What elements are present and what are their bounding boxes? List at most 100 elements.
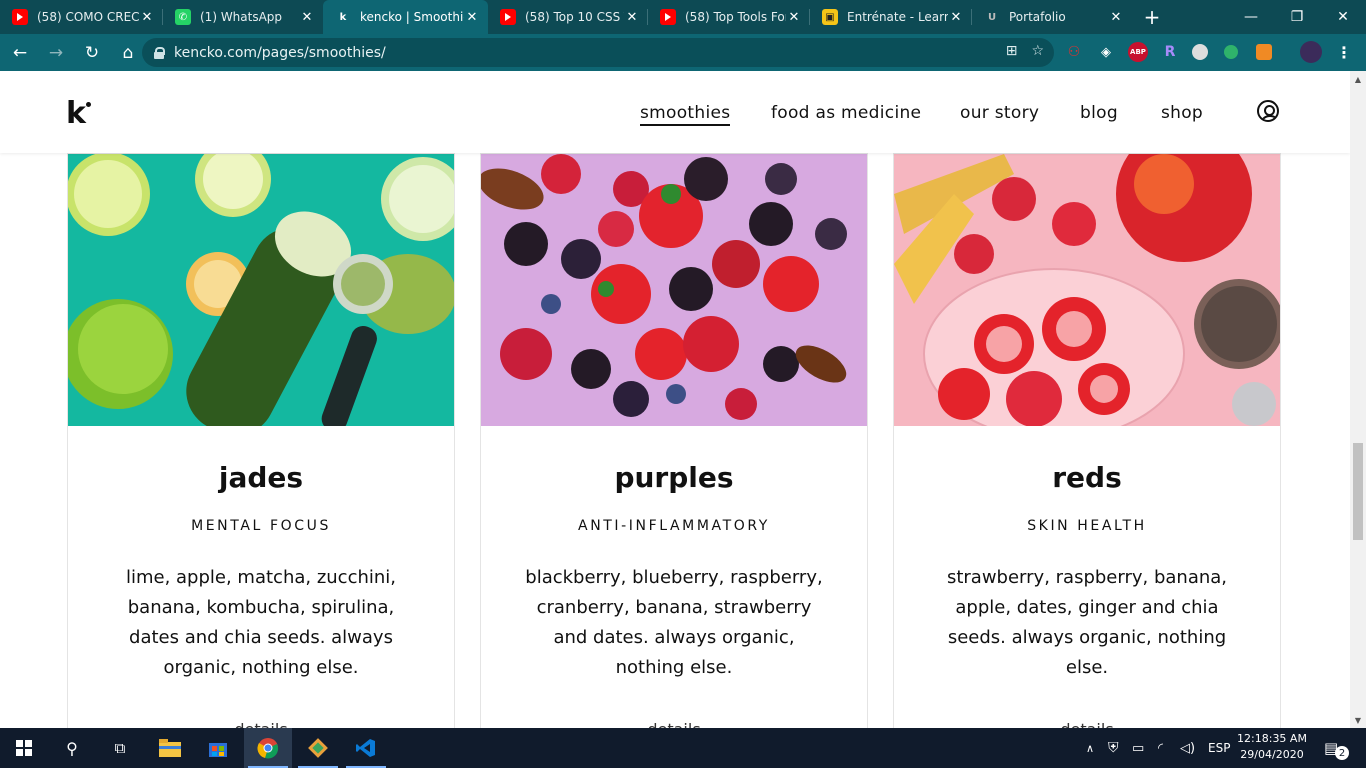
card-title: reds	[1052, 461, 1122, 494]
purples-illustration	[481, 154, 867, 426]
lock-icon	[154, 46, 165, 59]
security-icon[interactable]: ⛨	[1108, 728, 1119, 768]
show-hidden-icons[interactable]: ∧	[1086, 728, 1094, 768]
account-icon[interactable]	[1257, 100, 1279, 122]
task-view-icon[interactable]: ⧉	[96, 728, 144, 768]
browser-tab[interactable]: U Portafolio ✕	[972, 0, 1132, 34]
close-tab-icon[interactable]: ✕	[139, 10, 155, 25]
nav-blog[interactable]: blog	[1080, 103, 1118, 123]
menu-dots-icon[interactable]: ⋮	[1334, 42, 1354, 62]
close-tab-icon[interactable]: ✕	[624, 10, 640, 25]
browser-tab[interactable]: (58) COMO CRECE ✕	[0, 0, 163, 34]
jades-illustration	[68, 154, 454, 426]
home-button[interactable]: ⌂	[112, 37, 144, 69]
extension-orange-icon[interactable]	[1256, 44, 1272, 60]
close-tab-icon[interactable]: ✕	[1108, 10, 1124, 25]
scroll-up-arrow-icon[interactable]: ▲	[1350, 71, 1366, 87]
details-link[interactable]: details	[894, 720, 1280, 728]
smoothie-card-jades[interactable]: jades MENTAL FOCUS lime, apple, matcha, …	[67, 153, 455, 728]
card-tag: ANTI-INFLAMMATORY	[578, 518, 770, 534]
reload-button[interactable]: ↻	[76, 37, 108, 69]
language-indicator[interactable]: ESP	[1208, 728, 1230, 768]
extension-circle-icon[interactable]	[1192, 44, 1208, 60]
card-title: purples	[614, 461, 734, 494]
minimize-button[interactable]: —	[1228, 0, 1274, 34]
kencko-icon: k	[339, 11, 347, 23]
scroll-thumb[interactable]	[1353, 443, 1363, 540]
close-tab-icon[interactable]: ✕	[464, 10, 480, 25]
reds-illustration	[894, 154, 1280, 426]
close-window-button[interactable]: ✕	[1320, 0, 1366, 34]
nav-shop[interactable]: shop	[1161, 103, 1203, 123]
web-page: k smoothies food as medicine our story b…	[0, 71, 1350, 728]
extension-diamond-icon[interactable]: ◈	[1096, 42, 1116, 62]
file-explorer-icon[interactable]	[146, 728, 194, 768]
adblock-icon[interactable]: ABP	[1128, 42, 1148, 62]
tab-title: (58) Top 10 CSS Tr	[525, 10, 624, 24]
forward-button[interactable]: →	[40, 37, 72, 69]
jades-image	[68, 154, 454, 426]
whatsapp-icon: ✆	[175, 9, 191, 25]
site-header: k smoothies food as medicine our story b…	[0, 71, 1350, 153]
chrome-icon[interactable]	[244, 728, 292, 768]
windows-start-icon[interactable]	[0, 728, 48, 768]
card-description: lime, apple, matcha, zucchini, banana, k…	[125, 567, 397, 678]
wifi-icon[interactable]: ◜	[1158, 728, 1163, 768]
nav-smoothies[interactable]: smoothies	[640, 103, 731, 126]
windows-taskbar: ⚲ ⧉ ∧ ⛨ ▭ ◜ ◁) ESP 12:18:35 AM 29/04/202…	[0, 728, 1366, 768]
browser-tab[interactable]: ✆ (1) WhatsApp ✕	[163, 0, 323, 34]
translate-icon[interactable]: ⊞	[1006, 43, 1018, 59]
coursera-icon: ▣	[822, 9, 838, 25]
tab-title: (58) Top Tools For	[685, 10, 786, 24]
smoothie-card-reds[interactable]: reds SKIN HEALTH strawberry, raspberry, …	[893, 153, 1281, 728]
vscode-icon[interactable]	[342, 728, 390, 768]
youtube-icon	[660, 9, 676, 25]
browser-tab-strip: (58) COMO CRECE ✕ ✆ (1) WhatsApp ✕ k ken…	[0, 0, 1366, 34]
git-kraken-icon[interactable]	[294, 728, 342, 768]
smoothie-card-purples[interactable]: purples ANTI-INFLAMMATORY blackberry, bl…	[480, 153, 868, 728]
extension-green-icon[interactable]	[1224, 45, 1238, 59]
maximize-button[interactable]: ❐	[1274, 0, 1320, 34]
notifications-badge: 2	[1335, 746, 1349, 760]
store-icon[interactable]	[194, 728, 242, 768]
tab-title: kencko | Smoothie	[360, 10, 464, 24]
browser-tab[interactable]: (58) Top 10 CSS Tr ✕	[488, 0, 648, 34]
new-tab-button[interactable]: +	[1132, 0, 1172, 34]
details-link[interactable]: details	[68, 720, 454, 728]
kencko-logo[interactable]: k	[66, 99, 86, 129]
youtube-icon	[500, 9, 516, 25]
browser-tab-active[interactable]: k kencko | Smoothie ✕	[323, 0, 488, 34]
tab-title: (58) COMO CRECE	[37, 10, 139, 24]
reds-image	[894, 154, 1280, 426]
logo-dot	[86, 102, 91, 107]
back-button[interactable]: ←	[4, 37, 36, 69]
tab-title: Portafolio	[1009, 10, 1066, 24]
volume-icon[interactable]: ◁)	[1180, 728, 1195, 768]
nav-food-as-medicine[interactable]: food as medicine	[771, 103, 921, 123]
profile-avatar[interactable]	[1300, 41, 1322, 63]
close-tab-icon[interactable]: ✕	[786, 10, 802, 25]
card-tag: SKIN HEALTH	[1027, 518, 1147, 534]
close-tab-icon[interactable]: ✕	[299, 10, 315, 25]
browser-tab[interactable]: (58) Top Tools For ✕	[648, 0, 810, 34]
details-link[interactable]: details	[481, 720, 867, 728]
clock-date: 29/04/2020	[1240, 748, 1304, 761]
taskbar-clock[interactable]: 12:18:35 AM 29/04/2020	[1236, 731, 1308, 763]
battery-icon[interactable]: ▭	[1132, 728, 1144, 768]
close-tab-icon[interactable]: ✕	[948, 10, 964, 25]
youtube-icon	[12, 9, 28, 25]
extension-r-icon[interactable]: R	[1160, 42, 1180, 62]
tab-title: (1) WhatsApp	[200, 10, 283, 24]
browser-tab[interactable]: ▣ Entrénate - Learnir ✕	[810, 0, 972, 34]
portfolio-icon: U	[987, 11, 997, 23]
card-description: blackberry, blueberry, raspberry, cranbe…	[525, 567, 823, 678]
nav-our-story[interactable]: our story	[960, 103, 1039, 123]
extension-ghost-icon[interactable]: ⚇	[1064, 42, 1084, 62]
search-icon[interactable]: ⚲	[48, 728, 96, 768]
scroll-down-arrow-icon[interactable]: ▼	[1350, 712, 1366, 728]
tab-title: Entrénate - Learnir	[847, 10, 948, 24]
bookmark-star-icon[interactable]: ☆	[1031, 43, 1044, 59]
purples-image	[481, 154, 867, 426]
page-scrollbar[interactable]: ▲ ▼	[1350, 71, 1366, 728]
address-bar[interactable]: kencko.com/pages/smoothies/ ⊞ ☆	[142, 38, 1054, 67]
